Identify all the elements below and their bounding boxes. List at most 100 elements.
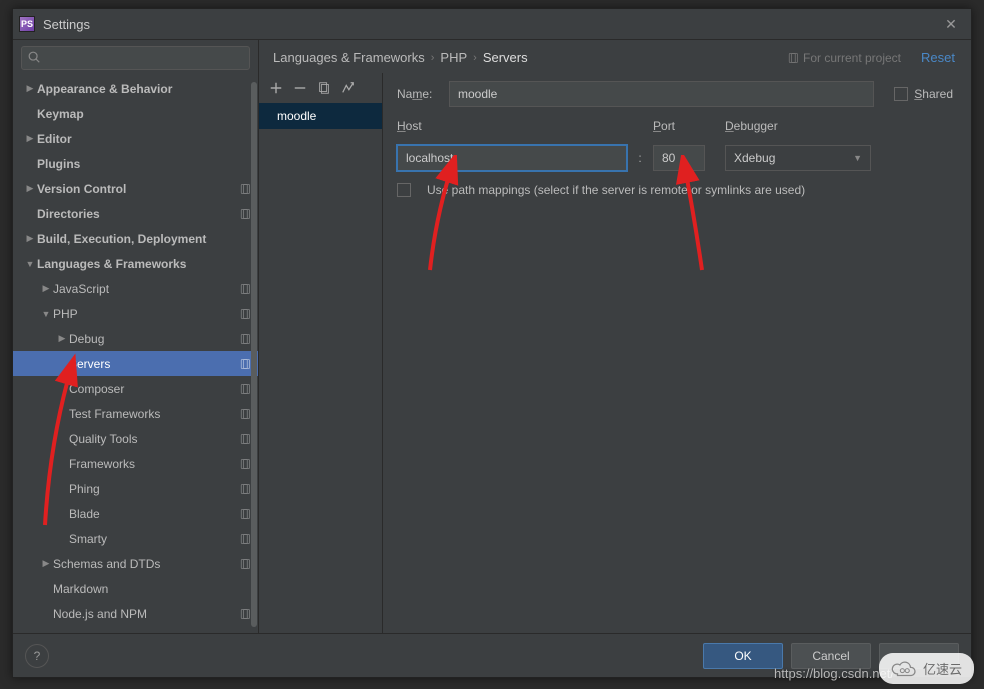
port-input[interactable] <box>653 145 705 171</box>
tree-item-label: Schemas and DTDs <box>53 557 238 571</box>
titlebar[interactable]: PS Settings ✕ <box>13 9 971 39</box>
tree-item-javascript[interactable]: ▶JavaScript <box>13 276 258 301</box>
profile-icon <box>238 307 252 321</box>
app-icon: PS <box>19 16 35 32</box>
profile-icon <box>238 357 252 371</box>
tree-item-composer[interactable]: Composer <box>13 376 258 401</box>
tree-item-label: Appearance & Behavior <box>37 82 252 96</box>
tree-item-label: Directories <box>37 207 238 221</box>
watermark-url: https://blog.csdn.net/ <box>774 666 894 681</box>
panel-header: Languages & Frameworks›PHP›Servers For c… <box>259 40 971 73</box>
tree-item-label: PHP <box>53 307 238 321</box>
window-title: Settings <box>43 17 90 32</box>
tree-item-vcs[interactable]: ▶Version Control <box>13 176 258 201</box>
path-mappings-checkbox[interactable]: Use path mappings (select if the server … <box>397 183 953 197</box>
debugger-label: Debugger <box>725 119 778 133</box>
remove-icon[interactable] <box>293 81 307 95</box>
tree-item-label: JavaScript <box>53 282 238 296</box>
profile-icon <box>238 432 252 446</box>
profile-icon <box>238 607 252 621</box>
cancel-button[interactable]: Cancel <box>791 643 871 669</box>
host-input[interactable] <box>397 145 627 171</box>
shared-label: Shared <box>914 87 953 101</box>
tree-item-label: Test Frameworks <box>69 407 238 421</box>
profile-icon <box>238 532 252 546</box>
search-input[interactable] <box>21 46 250 70</box>
tree-item-label: Node.js and NPM <box>53 607 238 621</box>
profile-icon <box>238 457 252 471</box>
profile-icon <box>238 182 252 196</box>
tree-item-node[interactable]: Node.js and NPM <box>13 601 258 626</box>
tree-item-label: Quality Tools <box>69 432 238 446</box>
import-icon[interactable] <box>341 81 355 95</box>
servers-list[interactable]: moodle <box>259 103 382 633</box>
tree-item-frameworks[interactable]: Frameworks <box>13 451 258 476</box>
tree-item-langfw[interactable]: ▼Languages & Frameworks <box>13 251 258 276</box>
tree-item-directories[interactable]: Directories <box>13 201 258 226</box>
profile-icon <box>238 282 252 296</box>
tree-item-phing[interactable]: Phing <box>13 476 258 501</box>
tree-item-label: Phing <box>69 482 238 496</box>
reset-link[interactable]: Reset <box>921 50 955 65</box>
tree-item-schemas[interactable]: ▶Schemas and DTDs <box>13 551 258 576</box>
tree-item-editor[interactable]: ▶Editor <box>13 126 258 151</box>
tree-item-label: Blade <box>69 507 238 521</box>
profile-icon <box>238 207 252 221</box>
tree-item-label: Build, Execution, Deployment <box>37 232 252 246</box>
tree-item-debug[interactable]: ▶Debug <box>13 326 258 351</box>
tree-item-php[interactable]: ▼PHP <box>13 301 258 326</box>
profile-icon <box>238 557 252 571</box>
tree-item-servers[interactable]: Servers <box>13 351 258 376</box>
watermark-logo: 亿速云 <box>879 653 974 684</box>
tree-item-smarty[interactable]: Smarty <box>13 526 258 551</box>
chevron-down-icon: ▼ <box>853 153 862 163</box>
tree-item-label: Smarty <box>69 532 238 546</box>
chevron-right-icon: › <box>431 52 435 64</box>
help-button[interactable]: ? <box>25 644 49 668</box>
dialog-body: ▶Appearance & Behavior Keymap ▶Editor Plugi… <box>13 39 971 633</box>
profile-icon <box>787 52 799 64</box>
tree-item-build[interactable]: ▶Build, Execution, Deployment <box>13 226 258 251</box>
tree-item-label: Servers <box>69 357 238 371</box>
tree-item-label: Frameworks <box>69 457 238 471</box>
profile-icon <box>238 507 252 521</box>
tree-item-appearance[interactable]: ▶Appearance & Behavior <box>13 76 258 101</box>
for-current-project: For current project <box>787 51 901 65</box>
cloud-icon <box>891 660 917 678</box>
profile-icon <box>238 382 252 396</box>
colon-separator: : <box>627 151 653 165</box>
tree-item-markdown[interactable]: Markdown <box>13 576 258 601</box>
path-mappings-label: Use path mappings (select if the server … <box>427 183 805 197</box>
server-list-item[interactable]: moodle <box>259 103 382 129</box>
close-icon[interactable]: ✕ <box>937 16 965 33</box>
profile-icon <box>238 482 252 496</box>
ok-button[interactable]: OK <box>703 643 783 669</box>
name-input[interactable] <box>449 81 874 107</box>
breadcrumb: Languages & Frameworks›PHP›Servers <box>273 50 787 65</box>
tree-item-label: Markdown <box>53 582 252 596</box>
tree-item-qtools[interactable]: Quality Tools <box>13 426 258 451</box>
chevron-right-icon: › <box>473 52 477 64</box>
breadcrumb-item[interactable]: PHP <box>440 50 467 65</box>
settings-tree[interactable]: ▶Appearance & Behavior Keymap ▶Editor Plugi… <box>13 76 258 633</box>
tree-item-keymap[interactable]: Keymap <box>13 101 258 126</box>
settings-sidebar: ▶Appearance & Behavior Keymap ▶Editor Plugi… <box>13 40 259 633</box>
tree-item-label: Plugins <box>37 157 252 171</box>
copy-icon[interactable] <box>317 81 331 95</box>
tree-item-testfw[interactable]: Test Frameworks <box>13 401 258 426</box>
tree-item-label: Keymap <box>37 107 252 121</box>
profile-icon <box>238 407 252 421</box>
debugger-select[interactable]: Xdebug ▼ <box>725 145 871 171</box>
name-label: Name: <box>397 87 439 101</box>
add-icon[interactable] <box>269 81 283 95</box>
port-label: Port <box>653 119 725 133</box>
profile-icon <box>238 332 252 346</box>
tree-item-blade[interactable]: Blade <box>13 501 258 526</box>
shared-checkbox[interactable]: Shared <box>894 87 953 101</box>
tree-item-plugins[interactable]: Plugins <box>13 151 258 176</box>
tree-item-label: Languages & Frameworks <box>37 257 252 271</box>
breadcrumb-item[interactable]: Languages & Frameworks <box>273 50 425 65</box>
settings-dialog: PS Settings ✕ ▶Appearance & Behavior Keym… <box>12 8 972 678</box>
host-label: Host <box>397 119 653 133</box>
server-details-panel: Name: Shared Host Port Debugger <box>383 73 971 633</box>
